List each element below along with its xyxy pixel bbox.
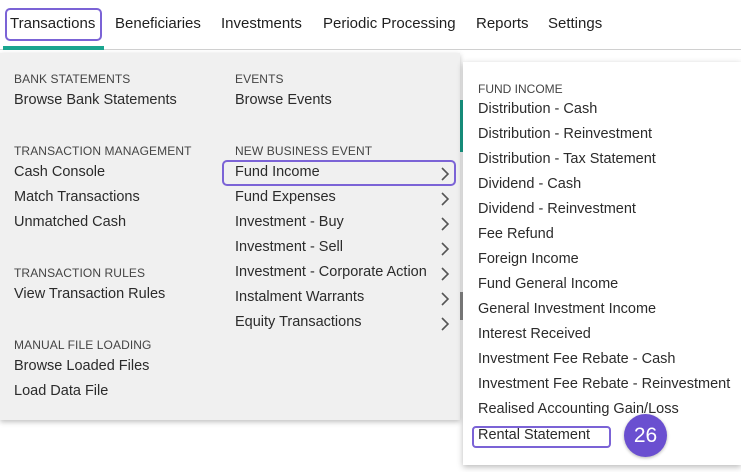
- step-number-badge: 26: [624, 414, 667, 457]
- submenu-item-rental-statement[interactable]: Rental Statement: [478, 427, 590, 443]
- nav-beneficiaries[interactable]: Beneficiaries: [115, 0, 201, 48]
- chevron-right-icon[interactable]: [440, 242, 450, 256]
- chevron-right-icon[interactable]: [440, 217, 450, 231]
- section-heading-events: EVENTS: [235, 72, 284, 86]
- chevron-right-icon[interactable]: [440, 292, 450, 306]
- nav-reports[interactable]: Reports: [476, 0, 529, 48]
- chevron-right-icon[interactable]: [440, 192, 450, 206]
- menu-browse-events[interactable]: Browse Events: [235, 92, 332, 108]
- menu-unmatched-cash[interactable]: Unmatched Cash: [14, 214, 126, 230]
- submenu-heading-fund-income: FUND INCOME: [478, 82, 563, 96]
- menu-instalment-warrants[interactable]: Instalment Warrants: [235, 289, 364, 305]
- nav-periodic-processing[interactable]: Periodic Processing: [323, 0, 456, 48]
- fund-income-submenu: FUND INCOME Distribution - Cash Distribu…: [463, 62, 741, 465]
- submenu-item[interactable]: Fee Refund: [478, 226, 554, 242]
- menu-investment-buy[interactable]: Investment - Buy: [235, 214, 344, 230]
- submenu-item[interactable]: Dividend - Reinvestment: [478, 201, 636, 217]
- menu-cash-console[interactable]: Cash Console: [14, 164, 105, 180]
- top-nav-bar: Transactions Beneficiaries Investments P…: [0, 0, 741, 50]
- chevron-right-icon[interactable]: [440, 317, 450, 331]
- section-heading-new-business-event: NEW BUSINESS EVENT: [235, 144, 373, 158]
- menu-load-data-file[interactable]: Load Data File: [14, 383, 108, 399]
- submenu-item[interactable]: Foreign Income: [478, 251, 579, 267]
- section-heading-transaction-rules: TRANSACTION RULES: [14, 266, 146, 280]
- menu-investment-sell[interactable]: Investment - Sell: [235, 239, 343, 255]
- nav-investments[interactable]: Investments: [221, 0, 302, 48]
- nav-transactions[interactable]: Transactions: [10, 0, 95, 48]
- chevron-right-icon[interactable]: [440, 167, 450, 181]
- submenu-item[interactable]: Dividend - Cash: [478, 176, 581, 192]
- menu-match-transactions[interactable]: Match Transactions: [14, 189, 140, 205]
- submenu-item[interactable]: Fund General Income: [478, 276, 618, 292]
- menu-fund-income[interactable]: Fund Income: [235, 164, 320, 180]
- chevron-right-icon[interactable]: [440, 267, 450, 281]
- menu-equity-transactions[interactable]: Equity Transactions: [235, 314, 362, 330]
- submenu-item[interactable]: Distribution - Cash: [478, 101, 597, 117]
- submenu-item[interactable]: Distribution - Reinvestment: [478, 126, 652, 142]
- menu-browse-bank-statements[interactable]: Browse Bank Statements: [14, 92, 177, 108]
- transactions-mega-menu: BANK STATEMENTS Browse Bank Statements T…: [0, 53, 460, 420]
- menu-browse-loaded-files[interactable]: Browse Loaded Files: [14, 358, 149, 374]
- menu-view-transaction-rules[interactable]: View Transaction Rules: [14, 286, 165, 302]
- submenu-item[interactable]: Interest Received: [478, 326, 591, 342]
- submenu-item[interactable]: Investment Fee Rebate - Cash: [478, 351, 675, 367]
- menu-investment-corporate-action[interactable]: Investment - Corporate Action: [235, 264, 427, 280]
- submenu-item[interactable]: Investment Fee Rebate - Reinvestment: [478, 376, 730, 392]
- section-heading-manual-file-loading: MANUAL FILE LOADING: [14, 338, 152, 352]
- section-heading-bank-statements: BANK STATEMENTS: [14, 72, 131, 86]
- section-heading-transaction-management: TRANSACTION MANAGEMENT: [14, 144, 192, 158]
- submenu-item[interactable]: Distribution - Tax Statement: [478, 151, 656, 167]
- menu-fund-expenses[interactable]: Fund Expenses: [235, 189, 336, 205]
- submenu-item[interactable]: General Investment Income: [478, 301, 656, 317]
- nav-settings[interactable]: Settings: [548, 0, 602, 48]
